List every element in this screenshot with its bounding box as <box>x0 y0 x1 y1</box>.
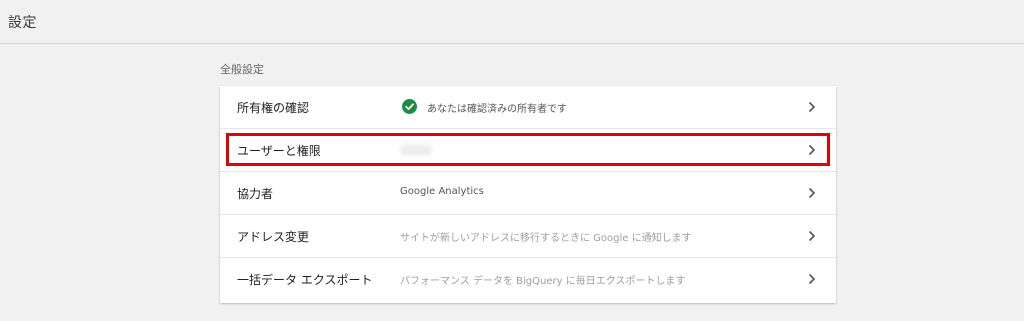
redacted-value <box>400 145 432 155</box>
row-ownership-verification[interactable]: 所有権の確認 あなたは確認済みの所有者です <box>220 86 836 129</box>
row-associates[interactable]: 協力者 Google Analytics <box>220 172 836 215</box>
chevron-right-icon[interactable] <box>808 230 816 242</box>
row-value: Google Analytics <box>400 186 484 197</box>
row-title: 一括データ エクスポート <box>237 273 373 287</box>
row-value: あなたは確認済みの所有者です <box>427 104 567 115</box>
section-label: 全般設定 <box>220 63 264 76</box>
row-title: 所有権の確認 <box>237 101 310 115</box>
settings-card: 所有権の確認 あなたは確認済みの所有者です ユーザーと権限 協力者 Google… <box>220 86 836 303</box>
row-value: サイトが新しいアドレスに移行するときに Google に通知します <box>400 233 692 244</box>
row-title: 協力者 <box>237 187 274 201</box>
chevron-right-icon[interactable] <box>808 101 816 113</box>
page-title: 設定 <box>8 15 37 31</box>
chevron-right-icon[interactable] <box>808 144 816 156</box>
row-title: アドレス変更 <box>237 230 310 244</box>
page-header: 設定 <box>0 0 1024 44</box>
chevron-right-icon[interactable] <box>808 187 816 199</box>
row-title: ユーザーと権限 <box>237 144 321 158</box>
row-value: パフォーマンス データを BigQuery に毎日エクスポートします <box>400 276 686 287</box>
chevron-right-icon[interactable] <box>808 273 816 285</box>
row-bulk-data-export[interactable]: 一括データ エクスポート パフォーマンス データを BigQuery に毎日エク… <box>220 258 836 301</box>
row-users-and-permissions[interactable]: ユーザーと権限 <box>220 129 836 172</box>
check-circle-icon <box>402 99 417 114</box>
row-change-of-address[interactable]: アドレス変更 サイトが新しいアドレスに移行するときに Google に通知します <box>220 215 836 258</box>
